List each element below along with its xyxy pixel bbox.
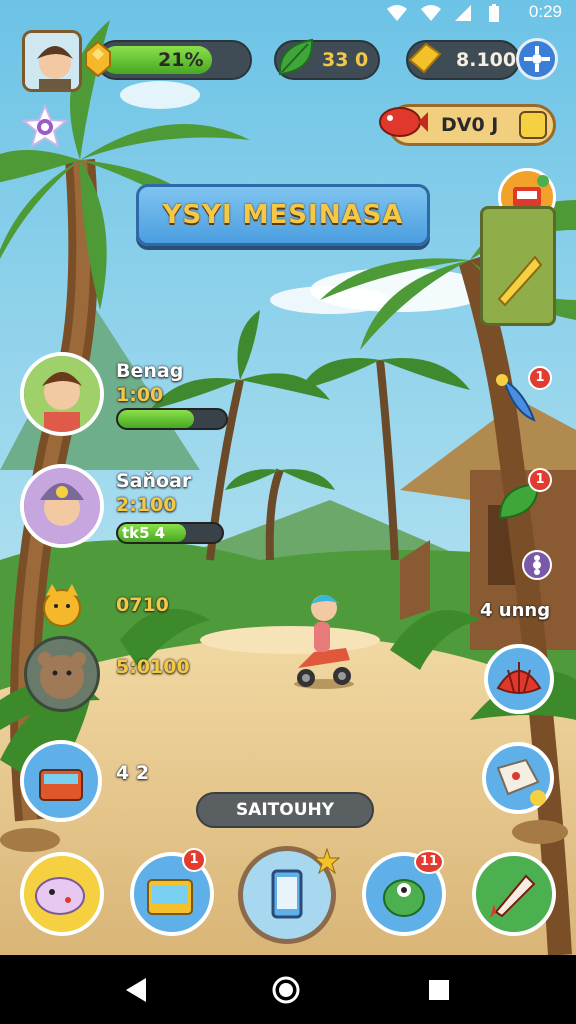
home-icon[interactable] xyxy=(271,975,301,1005)
gear-icon xyxy=(524,46,550,72)
recents-icon[interactable] xyxy=(428,979,450,1001)
leaf-icon xyxy=(278,38,314,76)
avatar-portrait-icon xyxy=(25,33,79,89)
character-value-1: 1:00 xyxy=(116,384,164,406)
dock-fish-button[interactable] xyxy=(20,852,104,936)
settings-button[interactable] xyxy=(516,38,558,80)
character-progress-fill-1 xyxy=(118,410,194,428)
back-icon[interactable] xyxy=(124,977,148,1003)
right-side-label: 4 unng xyxy=(480,600,551,621)
chest-icon xyxy=(39,769,83,801)
xp-bar-container: 21% xyxy=(96,40,252,80)
character-name-1: Benag xyxy=(116,360,184,382)
character-progress-1 xyxy=(116,408,228,430)
shell-icon xyxy=(496,662,542,694)
location-title: YSYI MESINASA xyxy=(136,184,430,246)
signal-icon xyxy=(455,5,471,21)
fish-icon xyxy=(379,107,428,137)
character-portrait-2[interactable] xyxy=(20,464,104,548)
android-nav-bar xyxy=(0,955,576,1024)
xp-percent-label: 21% xyxy=(158,49,204,71)
flower-icon xyxy=(533,555,541,575)
action-button[interactable]: SAITOUHY xyxy=(196,792,374,828)
favorites-button[interactable] xyxy=(21,103,69,150)
side-stat-3: 4 2 xyxy=(116,762,150,784)
star-flower-icon xyxy=(21,103,69,149)
gold-bar-icon xyxy=(408,42,442,74)
side-stat-2: 5:0100 xyxy=(116,656,190,678)
side-stat-1: 0710 xyxy=(116,594,169,616)
player-avatar[interactable] xyxy=(22,30,82,92)
boy-portrait-icon xyxy=(24,356,100,432)
character-progress-2: tk5 4 xyxy=(116,522,224,544)
battery-icon xyxy=(489,4,499,22)
map-icon xyxy=(496,758,546,806)
event-icon-box xyxy=(519,111,547,139)
status-bar: 0:29 xyxy=(0,0,576,26)
notification-badge: 1 xyxy=(182,848,206,872)
shell-button[interactable] xyxy=(484,644,554,714)
character-name-2: Saňoar xyxy=(116,470,192,492)
wifi-icon xyxy=(387,5,407,21)
rocket-icon xyxy=(490,874,536,918)
star-icon xyxy=(314,848,340,874)
character-portrait-1[interactable] xyxy=(20,352,104,436)
map-button[interactable] xyxy=(482,742,554,814)
bear-button[interactable] xyxy=(24,636,100,712)
cat-icon[interactable] xyxy=(38,582,86,630)
sword-leaf-icon xyxy=(497,255,543,307)
gold-count: 8.100 xyxy=(456,49,517,71)
wifi-icon xyxy=(421,5,441,21)
notification-badge: 11 xyxy=(414,850,444,874)
dock-rocket-button[interactable] xyxy=(472,852,556,936)
notification-badge: 1 xyxy=(528,366,552,390)
quest-panel[interactable] xyxy=(480,206,556,326)
character-value-2: 2:100 xyxy=(116,494,177,516)
event-label: DV0 J xyxy=(441,114,499,136)
bear-icon xyxy=(38,652,86,699)
chest-button[interactable] xyxy=(20,740,102,822)
pufferfish-icon xyxy=(35,877,85,915)
notification-badge: 1 xyxy=(528,468,552,492)
character-secondary-2: tk5 4 xyxy=(122,524,166,542)
helmet-portrait-icon xyxy=(24,468,100,544)
leaves-count: 33 0 xyxy=(322,49,369,71)
status-time: 0:29 xyxy=(528,2,562,21)
gold-gem-icon xyxy=(85,40,111,78)
tool-button-3[interactable] xyxy=(522,550,552,580)
